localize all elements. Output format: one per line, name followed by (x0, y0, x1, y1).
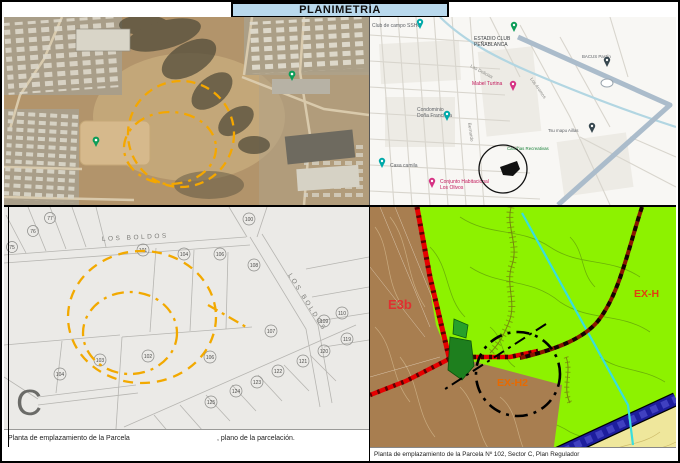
parcel-number: 109 (320, 319, 329, 325)
parcel-number: 75 (9, 245, 15, 251)
parcel-number: 100 (245, 217, 254, 223)
street-map: Las Delicias Los Aromos Bernardo Club de… (370, 17, 676, 205)
parcel-number: 106 (206, 355, 215, 361)
street-map-panel: Las Delicias Los Aromos Bernardo Club de… (369, 17, 676, 205)
satellite-photo-panel (4, 17, 369, 205)
page-title: PLANIMETRÍA (231, 2, 449, 18)
parcel-number: 124 (232, 389, 241, 395)
caption-text: Planta de emplazamiento de la Parcela (8, 435, 130, 442)
parcel-number: 122 (274, 369, 283, 375)
parcel-number: 77 (47, 216, 53, 222)
cul-de-sac-letter: C (16, 382, 42, 423)
parcel-number: 76 (30, 229, 36, 235)
poi-label: Casa camila (390, 163, 418, 169)
parcel-plan-caption: Planta de emplazamiento de la Parcela , … (4, 429, 369, 448)
parcel-number: 104 (56, 372, 65, 378)
parcel-number: 110 (338, 311, 346, 317)
zone-label-exh: EX-H (634, 288, 659, 300)
parcel-plan-panel: C LOS BOLDOS LOS BOLDOS 75 76 77 100 101… (4, 205, 369, 447)
route-shield-icon (601, 79, 613, 87)
zone-label-exh2: EX-H2 (497, 377, 528, 389)
parcel-number: 108 (250, 263, 259, 269)
parcel-number: 121 (299, 359, 308, 365)
poi-label: PEÑABLANCA (474, 41, 508, 48)
zoning-plan-caption: Planta de emplazamiento de la Parcela Nº… (370, 447, 676, 461)
parcel-plan: C LOS BOLDOS LOS BOLDOS 75 76 77 100 101… (4, 207, 369, 429)
parcel-number: 120 (320, 349, 329, 355)
parcel-number: 107 (267, 329, 276, 335)
poi-label: Mabel Turtina (472, 81, 503, 87)
page-title-label: PLANIMETRÍA (299, 4, 381, 16)
parcel-number: 106 (216, 252, 225, 258)
parcel-number: 119 (343, 337, 351, 343)
caption-text: , plano de la parcelación. (217, 435, 295, 442)
parcel-number: 104 (180, 252, 189, 258)
caption-text: Planta de emplazamiento de la Parcela Nº… (374, 451, 579, 458)
parcel-number: 123 (253, 380, 262, 386)
poi-label: Club de campo SSHC (372, 23, 421, 29)
zone-label-e3b: E3b (388, 297, 412, 312)
parcel-number: 102 (144, 354, 153, 360)
planimetria-sheet: PLANIMETRÍA (0, 0, 680, 463)
parcel-number: 125 (207, 400, 216, 406)
satellite-photo (4, 17, 369, 205)
poi-label: Los Olivos (440, 185, 464, 191)
inner-border-line (8, 205, 9, 447)
zoning-plan: E3b EX-H EX-H2 (370, 207, 676, 461)
poi-label: Tsu mapu Aillas (548, 128, 579, 133)
parcel-number: 103 (96, 358, 105, 364)
dirt-field (80, 121, 150, 165)
zoning-plan-panel: E3b EX-H EX-H2 Planta de emplazamiento d… (369, 205, 676, 461)
